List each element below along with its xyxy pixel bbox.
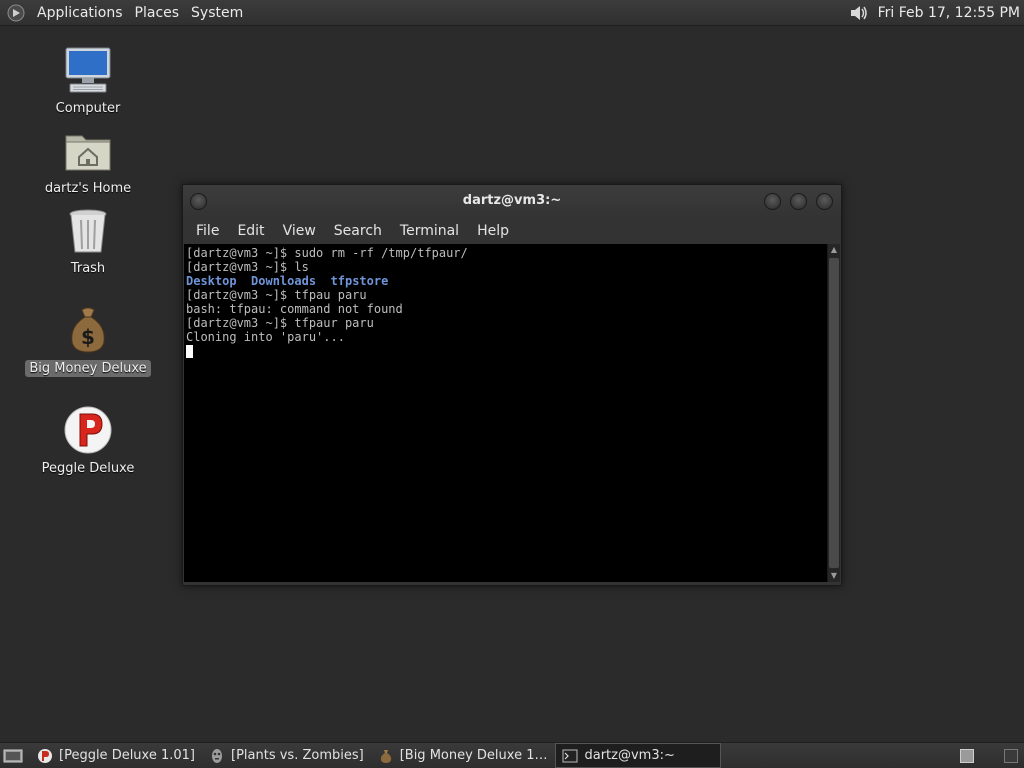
desktop-icon-trash[interactable]: Trash [18,204,158,277]
workspace-switcher[interactable] [960,748,1024,763]
window-menu-button[interactable] [190,193,207,210]
desktop-icon-label: Trash [70,261,106,276]
menu-applications[interactable]: Applications [31,5,129,21]
terminal-output[interactable]: [dartz@vm3 ~]$ sudo rm -rf /tmp/tfpaur/ … [184,244,827,582]
taskbar-item-label: dartz@vm3:~ [584,748,675,763]
workspace-1[interactable] [960,748,974,763]
menu-search[interactable]: Search [325,223,391,239]
trash-icon [69,209,107,253]
scrollbar-thumb[interactable] [829,258,839,568]
taskbar-item-label: [Plants vs. Zombies] [231,748,364,763]
taskbar-item-plants-vs-zombies[interactable]: [Plants vs. Zombies] [203,744,370,767]
window-title: dartz@vm3:~ [462,193,562,208]
desktop-icon-computer[interactable]: Computer [18,44,158,117]
distro-logo-icon[interactable] [7,4,25,22]
svg-text:$: $ [81,325,95,349]
menu-help[interactable]: Help [468,223,518,239]
volume-icon[interactable] [848,3,870,23]
bottom-panel: [Peggle Deluxe 1.01] [Plants vs. Zombies… [0,742,1024,768]
ls-dir-entry: Downloads [251,274,317,288]
minimize-button[interactable] [764,193,781,210]
scroll-up-icon[interactable]: ▲ [828,244,840,256]
terminal-line: [dartz@vm3 ~]$ ls [186,260,309,274]
taskbar-item-label: [Peggle Deluxe 1.01] [59,748,195,763]
maximize-button[interactable] [790,193,807,210]
terminal-icon [562,749,578,762]
top-panel: Applications Places System Fri Feb 17, 1… [0,0,1024,26]
terminal-line: [dartz@vm3 ~]$ tfpaur paru [186,316,374,330]
clock[interactable]: Fri Feb 17, 12:55 PM [878,5,1020,21]
desktop-icon-label: Computer [55,101,121,116]
cursor-line [186,344,827,358]
top-panel-tray: Fri Feb 17, 12:55 PM [848,3,1024,23]
scroll-down-icon[interactable]: ▼ [828,570,840,582]
ls-dir-entry: tfpstore [330,274,389,288]
money-bag-icon [380,749,391,763]
taskbar-item-terminal[interactable]: dartz@vm3:~ [555,743,722,768]
desktop-icon-big-money-deluxe[interactable]: $ Big Money Deluxe [18,304,158,377]
terminal-line: Cloning into 'paru'... [186,330,345,344]
taskbar-item-label: [Big Money Deluxe 1… [399,748,548,763]
taskbar-item-big-money[interactable]: [Big Money Deluxe 1… [372,744,554,767]
terminal-menubar: File Edit View Search Terminal Help [183,217,841,244]
show-desktop-icon[interactable] [3,748,23,764]
ls-dir-entry: Desktop [186,274,237,288]
computer-icon [65,47,111,93]
peggle-icon [38,748,52,763]
desktop-icon-label: Big Money Deluxe [25,360,151,377]
peggle-icon [64,406,112,454]
terminal-titlebar[interactable]: dartz@vm3:~ [183,185,841,217]
menu-places[interactable]: Places [129,5,186,21]
menu-terminal[interactable]: Terminal [391,223,468,239]
terminal-line: [dartz@vm3 ~]$ sudo rm -rf /tmp/tfpaur/ [186,246,468,260]
terminal-window[interactable]: dartz@vm3:~ File Edit View Search Termin… [182,184,842,586]
menu-file[interactable]: File [187,223,228,239]
desktop-icon-home[interactable]: dartz's Home [18,124,158,197]
terminal-scrollbar[interactable]: ▲ ▼ [827,244,840,582]
money-bag-icon: $ [71,307,105,353]
close-button[interactable] [816,193,833,210]
desktop-icon-label: Peggle Deluxe [41,461,135,476]
terminal-line: bash: tfpau: command not found [186,302,403,316]
taskbar-item-peggle[interactable]: [Peggle Deluxe 1.01] [31,744,201,767]
terminal-line: [dartz@vm3 ~]$ tfpau paru [186,288,367,302]
home-folder-icon [65,135,111,171]
menu-view[interactable]: View [274,223,325,239]
zombie-icon [212,748,222,763]
ls-output-line: Desktop Downloads tfpstore [186,274,827,288]
text-cursor [186,345,193,358]
menu-edit[interactable]: Edit [228,223,273,239]
desktop-icon-label: dartz's Home [44,181,132,196]
workspace-2[interactable] [1004,748,1018,763]
menu-system[interactable]: System [185,5,249,21]
desktop-icon-peggle-deluxe[interactable]: Peggle Deluxe [18,404,158,477]
